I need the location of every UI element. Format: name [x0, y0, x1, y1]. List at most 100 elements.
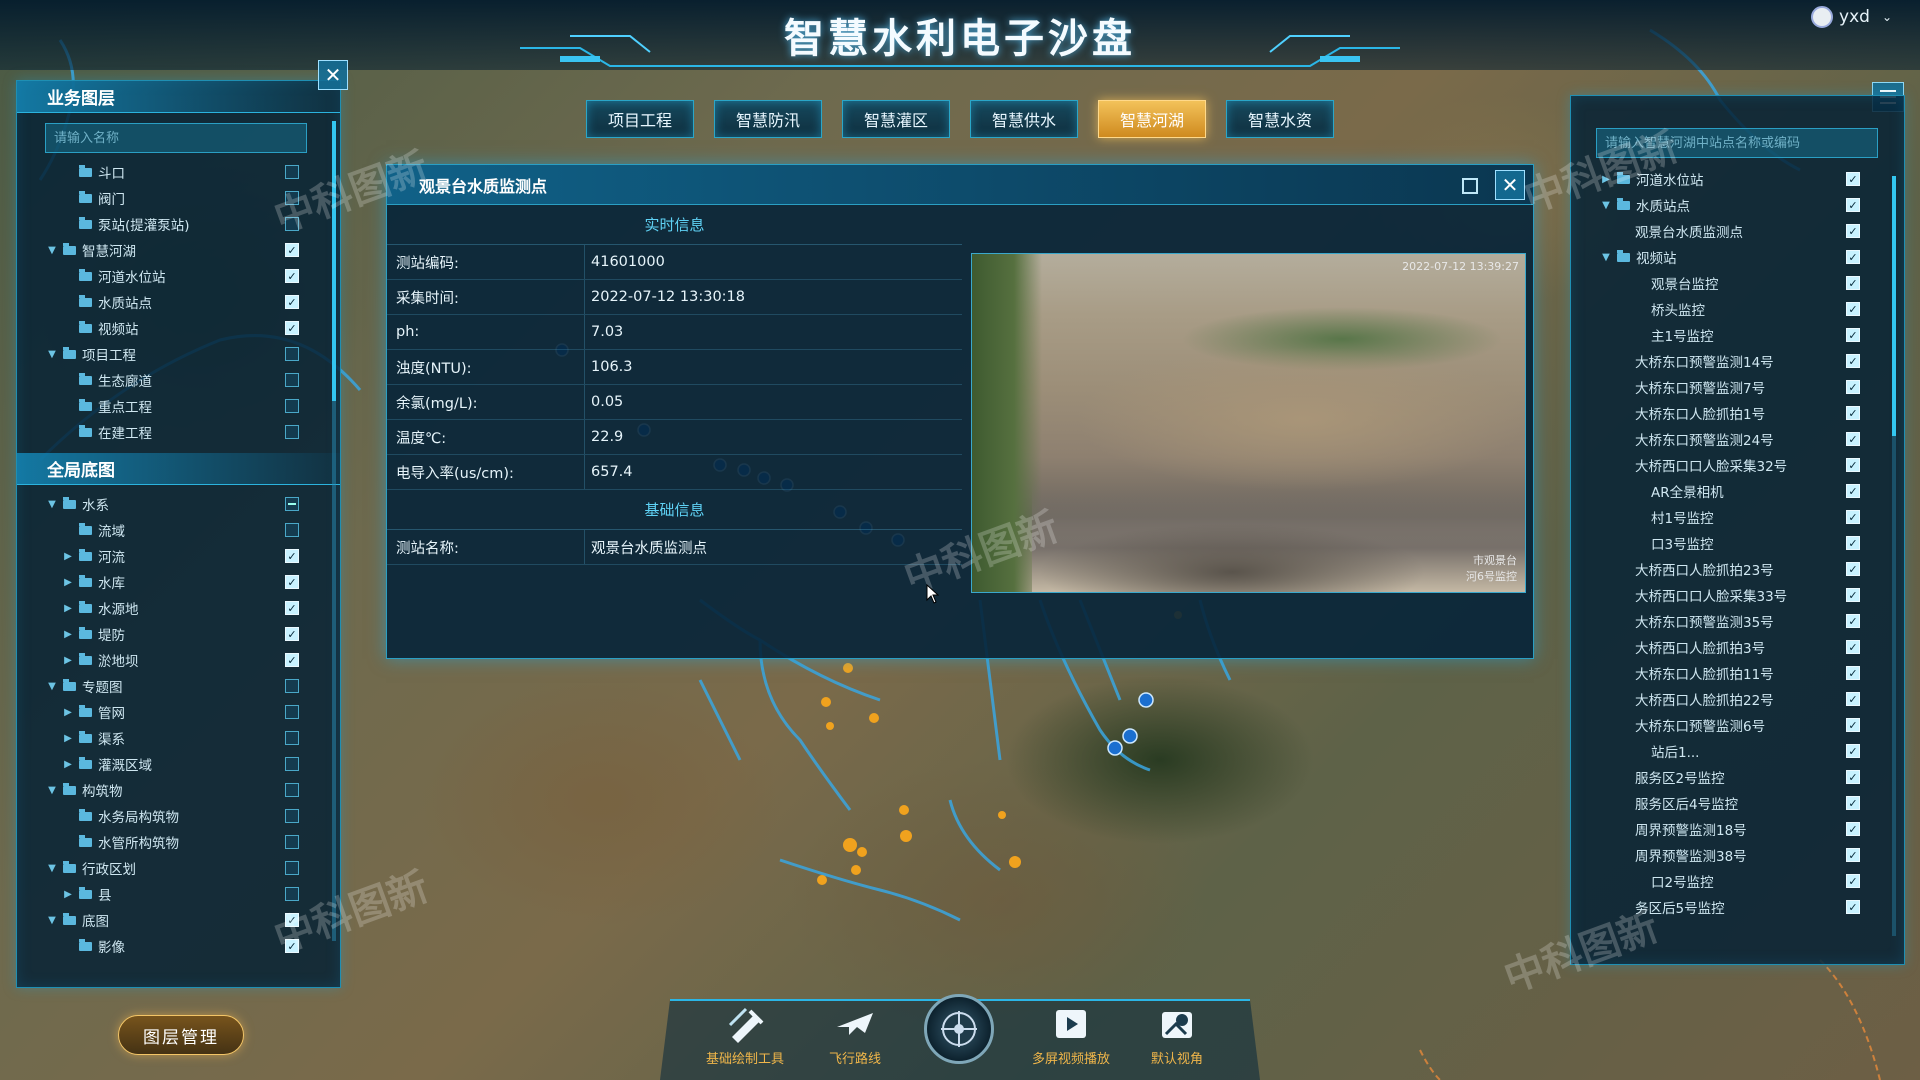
layer-checkbox[interactable]: ✓: [1846, 510, 1860, 524]
tree-item[interactable]: 周界预警监测18号 ✓: [1571, 816, 1904, 842]
user-menu[interactable]: yxd ⌄: [1811, 6, 1892, 28]
layer-checkbox[interactable]: ✓: [285, 549, 299, 563]
layer-checkbox[interactable]: ✓: [285, 913, 299, 927]
layer-checkbox[interactable]: ✓: [1846, 302, 1860, 316]
layer-checkbox[interactable]: ✓: [1846, 328, 1860, 342]
layer-checkbox[interactable]: ✓: [1846, 822, 1860, 836]
compass-icon[interactable]: [924, 994, 994, 1064]
tree-item[interactable]: 大桥西口人脸抓拍22号 ✓: [1571, 686, 1904, 712]
tree-item[interactable]: 服务区后4号监控 ✓: [1571, 790, 1904, 816]
tree-item[interactable]: 阀门: [17, 185, 340, 211]
layer-checkbox[interactable]: ✓: [285, 575, 299, 589]
layer-checkbox[interactable]: ✓: [1846, 250, 1860, 264]
tree-item[interactable]: AR全景相机 ✓: [1571, 478, 1904, 504]
layer-checkbox[interactable]: [285, 373, 299, 387]
tree-item[interactable]: 口2号监控 ✓: [1571, 868, 1904, 894]
caret-right-icon[interactable]: ▶: [61, 603, 75, 614]
tree-item[interactable]: 大桥东口预警监测35号 ✓: [1571, 608, 1904, 634]
caret-down-icon[interactable]: ▼: [45, 499, 59, 510]
layer-checkbox[interactable]: ✓: [1846, 536, 1860, 550]
close-panel-button[interactable]: ✕: [318, 60, 348, 90]
tab-1[interactable]: 项目工程: [586, 100, 694, 138]
layer-checkbox[interactable]: [285, 731, 299, 745]
layer-checkbox[interactable]: ✓: [1846, 770, 1860, 784]
tree-item[interactable]: 周界预警监测38号 ✓: [1571, 842, 1904, 868]
tree-item[interactable]: ▼ 行政区划: [17, 855, 340, 881]
layer-checkbox[interactable]: ✓: [1846, 744, 1860, 758]
tree-item[interactable]: ▶ 淤地坝 ✓: [17, 647, 340, 673]
tree-item[interactable]: 主1号监控 ✓: [1571, 322, 1904, 348]
tree-item[interactable]: 大桥东口预警监测7号 ✓: [1571, 374, 1904, 400]
tree-item[interactable]: 观景台监控 ✓: [1571, 270, 1904, 296]
tree-item[interactable]: ▼ 构筑物: [17, 777, 340, 803]
tree-item[interactable]: 服务区2号监控 ✓: [1571, 764, 1904, 790]
layer-checkbox[interactable]: ✓: [1846, 484, 1860, 498]
tree-item[interactable]: ▶ 管网: [17, 699, 340, 725]
layer-checkbox[interactable]: ✓: [285, 269, 299, 283]
layer-checkbox[interactable]: ✓: [1846, 198, 1860, 212]
layer-checkbox[interactable]: ✓: [1846, 692, 1860, 706]
maximize-icon[interactable]: [1457, 173, 1481, 197]
layer-checkbox[interactable]: ✓: [285, 243, 299, 257]
tree-item[interactable]: 口3号监控 ✓: [1571, 530, 1904, 556]
tree-item[interactable]: ▼ 水系: [17, 491, 340, 517]
layer-management-button[interactable]: 图层管理: [118, 1015, 244, 1055]
tree-item[interactable]: 大桥西口口人脸采集33号 ✓: [1571, 582, 1904, 608]
tree-item[interactable]: 村1号监控 ✓: [1571, 504, 1904, 530]
tree-item[interactable]: ▼ 水质站点 ✓: [1571, 192, 1904, 218]
tree-item[interactable]: 观景台水质监测点 ✓: [1571, 218, 1904, 244]
layer-checkbox[interactable]: ✓: [1846, 588, 1860, 602]
layer-checkbox[interactable]: ✓: [285, 295, 299, 309]
default-view-button[interactable]: 默认视角: [1122, 1004, 1232, 1067]
layer-checkbox[interactable]: ✓: [1846, 406, 1860, 420]
caret-right-icon[interactable]: ▶: [61, 629, 75, 640]
layer-checkbox[interactable]: [285, 809, 299, 823]
caret-right-icon[interactable]: ▶: [61, 759, 75, 770]
multi-screen-video-button[interactable]: 多屏视频播放: [1016, 1004, 1126, 1067]
layer-checkbox[interactable]: [285, 523, 299, 537]
layer-checkbox[interactable]: [285, 347, 299, 361]
station-search-input[interactable]: [1596, 128, 1878, 158]
layer-checkbox[interactable]: [285, 835, 299, 849]
layer-checkbox[interactable]: ✓: [285, 939, 299, 953]
tree-item[interactable]: 大桥西口口人脸采集32号 ✓: [1571, 452, 1904, 478]
tree-item[interactable]: 生态廊道: [17, 367, 340, 393]
caret-down-icon[interactable]: ▼: [45, 915, 59, 926]
tree-item[interactable]: 桥头监控 ✓: [1571, 296, 1904, 322]
layer-checkbox[interactable]: [285, 861, 299, 875]
tree-item[interactable]: 务区后5号监控 ✓: [1571, 894, 1904, 920]
layer-checkbox[interactable]: ✓: [285, 627, 299, 641]
layer-checkbox[interactable]: [285, 497, 299, 511]
caret-down-icon[interactable]: ▼: [1599, 200, 1613, 211]
tree-item[interactable]: ▼ 视频站 ✓: [1571, 244, 1904, 270]
layer-checkbox[interactable]: ✓: [1846, 172, 1860, 186]
tree-item[interactable]: ▶ 水源地 ✓: [17, 595, 340, 621]
scrollbar[interactable]: [332, 121, 336, 941]
caret-down-icon[interactable]: ▼: [45, 245, 59, 256]
tree-item[interactable]: ▶ 水库 ✓: [17, 569, 340, 595]
tree-item[interactable]: 重点工程: [17, 393, 340, 419]
tree-item[interactable]: 大桥西口人脸抓拍3号 ✓: [1571, 634, 1904, 660]
layer-checkbox[interactable]: ✓: [285, 653, 299, 667]
tree-item[interactable]: ▼ 专题图: [17, 673, 340, 699]
tree-item[interactable]: 在建工程: [17, 419, 340, 445]
tree-item[interactable]: ▼ 底图 ✓: [17, 907, 340, 933]
layer-checkbox[interactable]: ✓: [1846, 640, 1860, 654]
layer-checkbox[interactable]: ✓: [1846, 354, 1860, 368]
tree-item[interactable]: 站后1... ✓: [1571, 738, 1904, 764]
caret-right-icon[interactable]: ▶: [61, 733, 75, 744]
tree-item[interactable]: 大桥东口预警监测6号 ✓: [1571, 712, 1904, 738]
layer-search-input[interactable]: [45, 123, 307, 153]
tree-item[interactable]: 水务局构筑物: [17, 803, 340, 829]
layer-checkbox[interactable]: ✓: [1846, 848, 1860, 862]
tree-item[interactable]: 泵站(提灌泵站): [17, 211, 340, 237]
tree-item[interactable]: 视频站 ✓: [17, 315, 340, 341]
tree-item[interactable]: 大桥东口预警监测24号 ✓: [1571, 426, 1904, 452]
tab-5[interactable]: 智慧河湖: [1098, 100, 1206, 138]
layer-checkbox[interactable]: ✓: [1846, 666, 1860, 680]
tree-item[interactable]: ▶ 渠系: [17, 725, 340, 751]
caret-down-icon[interactable]: ▼: [1599, 252, 1613, 263]
caret-down-icon[interactable]: ▼: [45, 863, 59, 874]
tree-item[interactable]: ▼ 智慧河湖 ✓: [17, 237, 340, 263]
tree-item[interactable]: 斗口: [17, 159, 340, 185]
